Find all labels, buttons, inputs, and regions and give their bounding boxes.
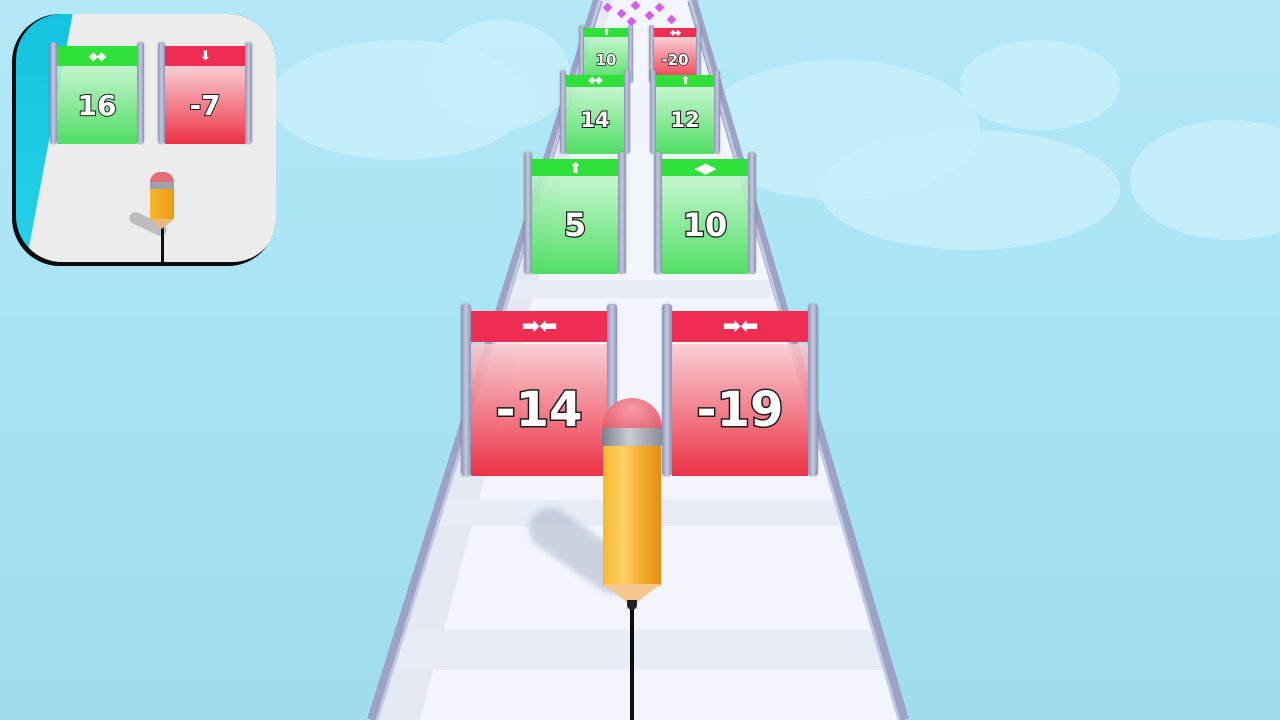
gate-value: 16 xyxy=(57,66,137,144)
gem xyxy=(654,2,665,13)
gate-symbol: ➡⬅ xyxy=(471,310,607,342)
gate-symbol: ⬆ xyxy=(532,159,618,177)
gem-cluster xyxy=(598,0,688,28)
track-stripe xyxy=(372,280,900,298)
app-icon: ◆◆ 16 ⬇ -7 xyxy=(12,14,276,266)
gate-symbol: ◆◆ xyxy=(654,28,696,37)
gate-row3-left: ⬆ 5 xyxy=(524,152,626,274)
gate-value: -14 xyxy=(471,343,607,476)
gem xyxy=(630,0,641,11)
gate-symbol: ◆◆ xyxy=(566,75,624,87)
gem xyxy=(602,2,613,13)
gate-value: -19 xyxy=(672,343,808,476)
pencil-lead xyxy=(627,600,637,610)
gate-row2-right: ⬆ 12 xyxy=(650,70,720,154)
gate-row4-left: ➡⬅ -14 xyxy=(461,304,617,476)
gate-row3-right: ◀▶ 10 xyxy=(654,152,756,274)
app-icon-gate-right: ⬇ -7 xyxy=(158,42,252,144)
gate-symbol: ⬆ xyxy=(656,74,714,87)
gate-symbol: ➡⬅ xyxy=(672,310,808,342)
app-icon-pencil xyxy=(150,172,174,262)
gate-symbol: ◆◆ xyxy=(57,46,137,67)
gate-row4-right: ➡⬅ -19 xyxy=(662,304,818,476)
pencil-player[interactable] xyxy=(602,398,662,720)
gate-value: 10 xyxy=(662,176,748,274)
gate-symbol: ◀▶ xyxy=(662,159,748,177)
gate-value: 14 xyxy=(566,86,624,154)
gate-value: -7 xyxy=(165,66,245,144)
gem xyxy=(616,8,627,19)
gate-symbol: ⬇ xyxy=(165,46,245,67)
pencil-body xyxy=(603,446,661,586)
gate-value: 12 xyxy=(656,86,714,154)
gate-symbol: ⬆ xyxy=(584,28,628,38)
gem xyxy=(644,10,655,21)
pencil-ferrule xyxy=(602,428,662,448)
drawn-line xyxy=(630,606,634,720)
gate-row2-left: ◆◆ 14 xyxy=(560,70,630,154)
gem xyxy=(666,14,677,25)
app-icon-gate-left: ◆◆ 16 xyxy=(50,42,144,144)
gate-value: 5 xyxy=(532,176,618,274)
